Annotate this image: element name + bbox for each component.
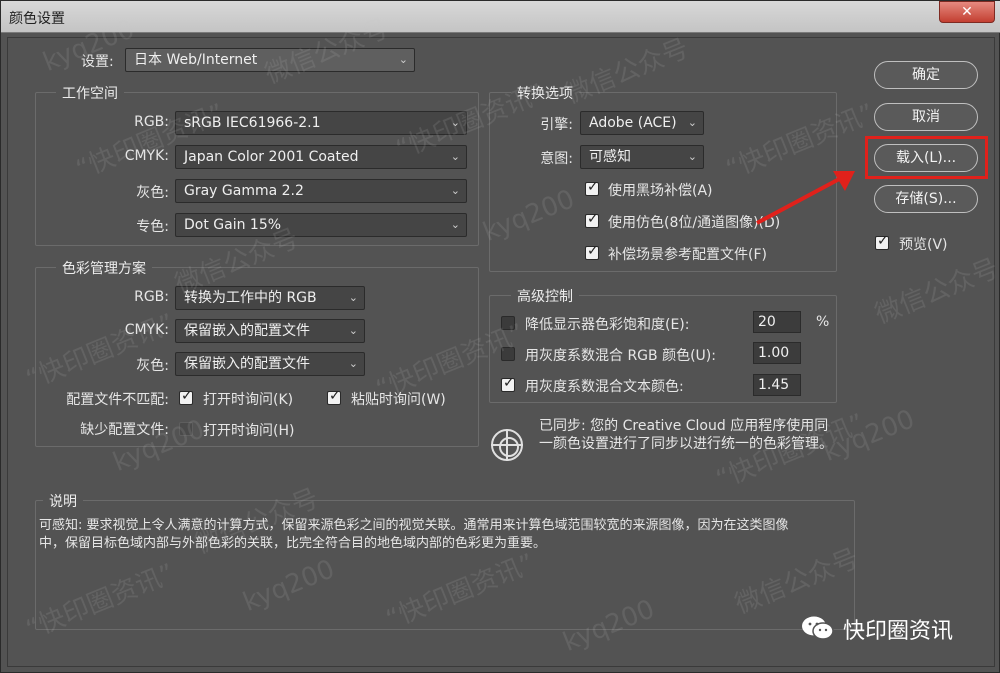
pol-gray-value: 保留嵌入的配置文件 xyxy=(184,356,310,372)
blend-rgb-label: 用灰度系数混合 RGB 颜色(U): xyxy=(525,348,716,364)
blend-text-label: 用灰度系数混合文本颜色: xyxy=(525,379,684,395)
ws-gray-select[interactable]: Gray Gamma 2.2 ⌄ xyxy=(175,179,467,203)
ws-spot-label: 专色: xyxy=(136,219,169,235)
settings-value: 日本 Web/Internet xyxy=(134,52,258,68)
bpc-checkbox[interactable] xyxy=(585,179,599,196)
cancel-button[interactable]: 取消 xyxy=(874,103,978,131)
description-legend: 说明 xyxy=(43,491,83,511)
bpc-label: 使用黑场补偿(A) xyxy=(608,183,713,199)
blend-rgb-checkbox[interactable] xyxy=(501,347,515,361)
mismatch-open-checkbox[interactable] xyxy=(179,388,193,405)
pol-cmyk-value: 保留嵌入的配置文件 xyxy=(184,323,310,339)
desaturate-label: 降低显示器色彩饱和度(E): xyxy=(525,317,690,333)
color-settings-dialog: 颜色设置 ✕ 设置: 日本 Web/Internet ⌄ 工作空间 RGB: s… xyxy=(0,0,1000,673)
advanced-legend: 高级控制 xyxy=(511,286,579,306)
title-bar: 颜色设置 ✕ xyxy=(1,1,1000,33)
ws-rgb-value: sRGB IEC61966-2.1 xyxy=(184,115,321,131)
red-arrow-icon xyxy=(756,171,855,225)
load-highlight-box xyxy=(865,136,988,179)
ws-spot-value: Dot Gain 15% xyxy=(184,217,282,233)
mismatch-paste-checkbox[interactable] xyxy=(327,388,341,405)
conversion-legend: 转换选项 xyxy=(511,83,579,103)
engine-label: 引擎: xyxy=(540,117,573,133)
pol-cmyk-select[interactable]: 保留嵌入的配置文件 ⌄ xyxy=(175,319,365,343)
sync-message: 已同步: 您的 Creative Cloud 应用程序使用同一颜色设置进行了同步… xyxy=(539,418,833,452)
brand-name: 快印圈资讯 xyxy=(843,619,954,644)
settings-select[interactable]: 日本 Web/Internet ⌄ xyxy=(125,48,415,72)
wechat-icon xyxy=(802,616,834,640)
missing-open-label: 打开时询问(H) xyxy=(203,423,295,439)
working-spaces-legend: 工作空间 xyxy=(56,83,124,103)
desaturate-input[interactable]: 20 xyxy=(753,311,801,333)
chevron-down-icon: ⌄ xyxy=(450,184,460,197)
desaturate-unit: % xyxy=(816,314,830,330)
chevron-down-icon: ⌄ xyxy=(687,116,697,129)
pol-rgb-value: 转换为工作中的 RGB xyxy=(184,290,317,306)
close-button[interactable]: ✕ xyxy=(939,1,995,23)
compensate-checkbox[interactable] xyxy=(585,243,599,260)
pol-rgb-select[interactable]: 转换为工作中的 RGB ⌄ xyxy=(175,286,365,310)
policies-legend: 色彩管理方案 xyxy=(56,258,152,278)
chevron-down-icon: ⌄ xyxy=(348,291,358,304)
ws-rgb-label: RGB: xyxy=(134,114,169,130)
description-text: 可感知: 要求视觉上令人满意的计算方式，保留来源色彩之间的视觉关联。通常用来计算… xyxy=(39,518,789,551)
preview-label: 预览(V) xyxy=(899,237,948,253)
missing-label: 缺少配置文件: xyxy=(80,422,169,438)
blend-text-input[interactable]: 1.45 xyxy=(753,374,801,396)
chevron-down-icon: ⌄ xyxy=(450,218,460,231)
mismatch-open-label: 打开时询问(K) xyxy=(203,392,294,408)
ws-gray-label: 灰色: xyxy=(136,185,169,201)
chevron-down-icon: ⌄ xyxy=(398,53,408,66)
window-title: 颜色设置 xyxy=(9,11,65,27)
ws-rgb-select[interactable]: sRGB IEC61966-2.1 ⌄ xyxy=(175,111,467,135)
ws-spot-select[interactable]: Dot Gain 15% ⌄ xyxy=(175,213,467,237)
intent-value: 可感知 xyxy=(589,149,631,165)
ws-cmyk-select[interactable]: Japan Color 2001 Coated ⌄ xyxy=(175,145,467,169)
ws-cmyk-label: CMYK: xyxy=(124,148,169,164)
intent-label: 意图: xyxy=(540,151,573,167)
pol-gray-label: 灰色: xyxy=(136,358,169,374)
pol-cmyk-label: CMYK: xyxy=(124,322,169,338)
pol-rgb-label: RGB: xyxy=(134,289,169,305)
sync-icon xyxy=(491,429,523,461)
preview-checkbox[interactable] xyxy=(875,233,889,250)
chevron-down-icon: ⌄ xyxy=(450,150,460,163)
intent-select[interactable]: 可感知 ⌄ xyxy=(580,145,704,169)
ok-button[interactable]: 确定 xyxy=(874,61,978,89)
chevron-down-icon: ⌄ xyxy=(450,116,460,129)
chevron-down-icon: ⌄ xyxy=(348,324,358,337)
engine-value: Adobe (ACE) xyxy=(589,115,677,131)
mismatch-label: 配置文件不匹配: xyxy=(66,392,169,408)
blend-text-checkbox[interactable] xyxy=(501,375,515,392)
pol-gray-select[interactable]: 保留嵌入的配置文件 ⌄ xyxy=(175,352,365,376)
ws-cmyk-value: Japan Color 2001 Coated xyxy=(184,149,359,165)
missing-open-checkbox[interactable] xyxy=(179,422,193,436)
engine-select[interactable]: Adobe (ACE) ⌄ xyxy=(580,111,704,135)
settings-label: 设置: xyxy=(81,54,114,70)
save-button[interactable]: 存储(S)... xyxy=(874,185,978,213)
blend-rgb-input[interactable]: 1.00 xyxy=(753,342,801,364)
chevron-down-icon: ⌄ xyxy=(687,150,697,163)
ws-gray-value: Gray Gamma 2.2 xyxy=(184,183,304,199)
compensate-label: 补偿场景参考配置文件(F) xyxy=(608,247,767,263)
dither-checkbox[interactable] xyxy=(585,211,599,228)
chevron-down-icon: ⌄ xyxy=(348,357,358,370)
mismatch-paste-label: 粘贴时询问(W) xyxy=(351,392,446,408)
desaturate-checkbox[interactable] xyxy=(501,316,515,330)
